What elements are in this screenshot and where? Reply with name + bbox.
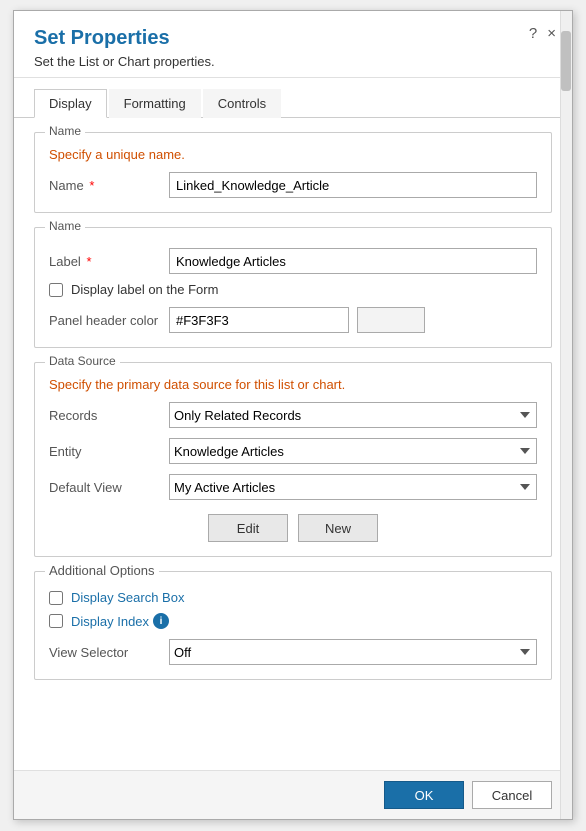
tab-formatting[interactable]: Formatting — [109, 89, 201, 118]
display-label-text: Display label on the Form — [71, 282, 218, 297]
display-search-box-label: Display Search Box — [71, 590, 184, 605]
edit-button[interactable]: Edit — [208, 514, 288, 542]
view-selector-label: View Selector — [49, 645, 169, 660]
close-button[interactable]: × — [547, 25, 556, 42]
entity-label: Entity — [49, 444, 169, 459]
dialog-window-controls: ? × — [529, 25, 556, 42]
help-button[interactable]: ? — [529, 25, 537, 42]
label-required-indicator: * — [86, 254, 91, 269]
dialog-subtitle: Set the List or Chart properties. — [34, 54, 552, 69]
panel-header-color-preview[interactable] — [357, 307, 425, 333]
set-properties-dialog: Set Properties Set the List or Chart pro… — [13, 10, 573, 820]
dialog-title: Set Properties — [34, 27, 552, 50]
tabs-container: Display Formatting Controls — [14, 88, 572, 118]
display-index-checkbox[interactable] — [49, 614, 63, 628]
panel-header-input[interactable] — [169, 307, 349, 333]
dialog-footer: OK Cancel — [14, 770, 572, 819]
display-index-info-icon[interactable]: i — [153, 613, 169, 629]
records-row: Records Only Related Records All Records — [49, 402, 537, 428]
display-label-row: Display label on the Form — [49, 282, 537, 297]
display-index-row: Display Index i — [49, 613, 537, 629]
name-legend: Name — [45, 124, 85, 138]
tab-display[interactable]: Display — [34, 89, 107, 118]
display-search-box-checkbox[interactable] — [49, 591, 63, 605]
scrollbar-thumb[interactable] — [561, 31, 571, 91]
view-selector-row: View Selector Off On — [49, 639, 537, 665]
entity-select[interactable]: Knowledge Articles — [169, 438, 537, 464]
new-button[interactable]: New — [298, 514, 378, 542]
default-view-row: Default View My Active Articles Active A… — [49, 474, 537, 500]
additional-options-section: Additional Options Display Search Box Di… — [34, 571, 552, 680]
label-input[interactable] — [169, 248, 537, 274]
label-legend: Name — [45, 219, 85, 233]
default-view-select[interactable]: My Active Articles Active Articles New — [169, 474, 537, 500]
display-search-box-row: Display Search Box — [49, 590, 537, 605]
ok-button[interactable]: OK — [384, 781, 464, 809]
panel-header-row: Panel header color — [49, 307, 537, 333]
entity-row: Entity Knowledge Articles — [49, 438, 537, 464]
default-view-label: Default View — [49, 480, 169, 495]
name-section: Name Specify a unique name. Name * — [34, 132, 552, 213]
label-label: Label * — [49, 254, 169, 269]
data-source-description: Specify the primary data source for this… — [49, 377, 537, 392]
data-source-section: Data Source Specify the primary data sou… — [34, 362, 552, 557]
view-selector-select[interactable]: Off On — [169, 639, 537, 665]
data-source-legend: Data Source — [45, 354, 120, 368]
panel-header-label: Panel header color — [49, 313, 169, 328]
records-label: Records — [49, 408, 169, 423]
display-index-label: Display Index — [71, 614, 149, 629]
additional-options-legend: Additional Options — [45, 563, 159, 578]
label-row: Label * — [49, 248, 537, 274]
name-label: Name * — [49, 178, 169, 193]
dialog-body: Name Specify a unique name. Name * Name … — [14, 118, 572, 770]
dialog-header: Set Properties Set the List or Chart pro… — [14, 11, 572, 78]
name-required-indicator: * — [89, 178, 94, 193]
display-label-checkbox[interactable] — [49, 283, 63, 297]
tab-controls[interactable]: Controls — [203, 89, 281, 118]
name-description: Specify a unique name. — [49, 147, 537, 162]
records-select[interactable]: Only Related Records All Records — [169, 402, 537, 428]
scrollbar[interactable] — [560, 11, 572, 819]
name-row: Name * — [49, 172, 537, 198]
name-input[interactable] — [169, 172, 537, 198]
label-section: Name Label * Display label on the Form P… — [34, 227, 552, 348]
cancel-button[interactable]: Cancel — [472, 781, 552, 809]
edit-new-buttons-row: Edit New — [49, 514, 537, 542]
